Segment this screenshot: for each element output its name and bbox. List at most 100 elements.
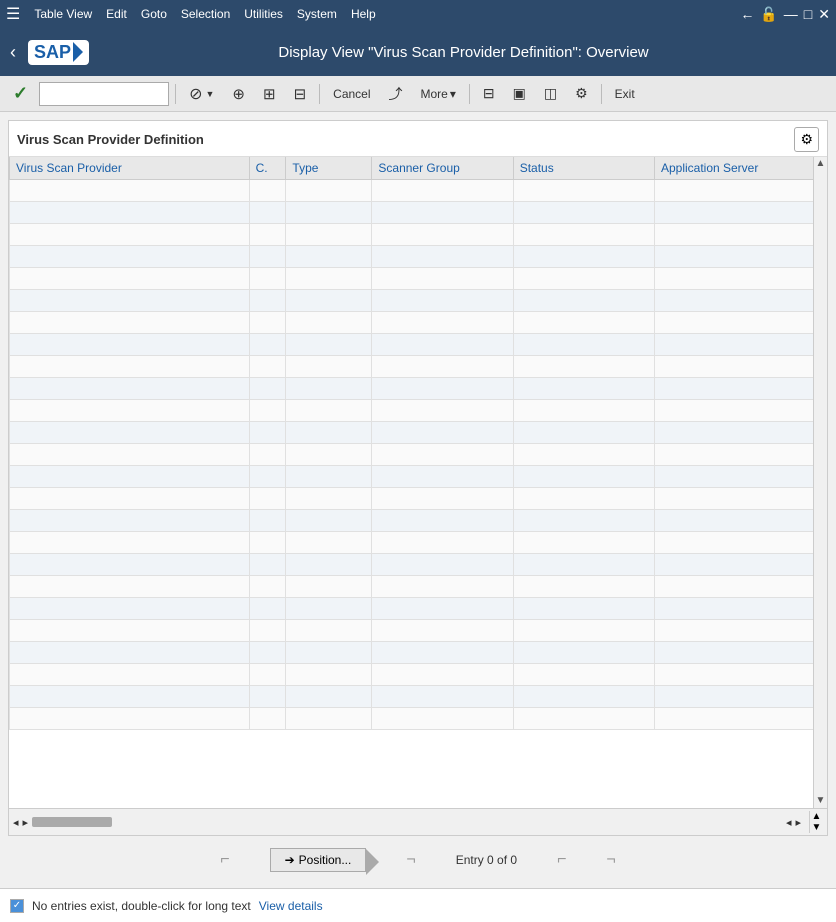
v-scroll-small-down[interactable]: ▼ — [812, 822, 822, 833]
title-bar: ☰ Table View Edit Goto Selection Utiliti… — [0, 0, 836, 28]
table-row — [10, 378, 827, 400]
menu-tableview[interactable]: Table View — [28, 5, 98, 23]
more-button[interactable]: More ▾ — [414, 80, 463, 108]
separator-2 — [319, 84, 320, 104]
settings-toolbar-icon: ⚙ — [575, 85, 588, 102]
table-row — [10, 642, 827, 664]
h-scroll-right-icon[interactable]: ▸ — [795, 816, 801, 829]
upload-icon: ⤴ — [389, 84, 403, 104]
lock-icon[interactable]: 🔓 — [760, 6, 777, 23]
scroll-thumb[interactable] — [32, 817, 112, 827]
table-header-row: Virus Scan Provider C. Type Scanner Grou… — [10, 157, 827, 180]
bracket-right: ¬ — [406, 851, 415, 869]
window2-button[interactable]: ◫ — [537, 80, 564, 108]
table-settings-button[interactable]: ⚙ — [794, 127, 819, 152]
v-scroll-small-up[interactable]: ▲ — [812, 811, 822, 822]
menu-system[interactable]: System — [291, 5, 343, 23]
table-row — [10, 202, 827, 224]
menu-selection[interactable]: Selection — [175, 5, 236, 23]
table-row — [10, 180, 827, 202]
back-button[interactable]: ‹ — [10, 42, 16, 63]
brush-icon: ⊘ — [189, 84, 202, 104]
status-bar: ✓ No entries exist, double-click for lon… — [0, 888, 836, 922]
print-icon: ⊟ — [483, 85, 495, 102]
confirm-button[interactable]: ✓ — [6, 80, 35, 108]
table-row — [10, 334, 827, 356]
nav-back-icon[interactable]: ← — [740, 6, 754, 22]
table-row — [10, 246, 827, 268]
position-button[interactable]: ➔ Position... — [270, 848, 367, 872]
exit-label: Exit — [615, 87, 635, 101]
close-btn[interactable]: ✕ — [818, 6, 830, 23]
view-details-link[interactable]: View details — [259, 899, 323, 913]
content-area: Virus Scan Provider Definition ⚙ — [0, 112, 836, 888]
entry-count: Entry 0 of 0 — [456, 853, 517, 867]
menu-edit[interactable]: Edit — [100, 5, 133, 23]
scroll-right-icon[interactable]: ▸ — [23, 816, 29, 829]
layout-icon: ⊞ — [263, 85, 276, 103]
table-row — [10, 686, 827, 708]
grid-button[interactable]: ⊟ — [287, 80, 314, 108]
table-row — [10, 224, 827, 246]
print-button[interactable]: ⊟ — [476, 80, 502, 108]
table-body — [10, 180, 827, 730]
table-row — [10, 422, 827, 444]
settings-icon: ⚙ — [800, 131, 813, 147]
sap-logo: SAP — [28, 40, 89, 65]
bracket-right2: ⌐ — [557, 851, 566, 869]
sap-logo-text: SAP — [34, 42, 71, 63]
page-title: Display View "Virus Scan Provider Defini… — [101, 44, 826, 61]
vertical-scrollbar[interactable]: ▲ ▼ — [813, 157, 827, 808]
bracket-left: ⌐ — [220, 851, 229, 869]
upload-button[interactable]: ⤴ — [382, 80, 410, 108]
position-arrow-icon: ➔ — [285, 853, 295, 867]
table-row — [10, 356, 827, 378]
col-header-status: Status — [513, 157, 654, 180]
table-section: Virus Scan Provider Definition ⚙ — [8, 120, 828, 836]
menu-goto[interactable]: Goto — [135, 5, 173, 23]
toolbar-input[interactable] — [39, 82, 169, 106]
maximize-btn[interactable]: □ — [804, 6, 812, 22]
grid-icon: ⊟ — [294, 85, 307, 103]
main-table: Virus Scan Provider C. Type Scanner Grou… — [9, 157, 827, 730]
table-row — [10, 444, 827, 466]
table-row — [10, 664, 827, 686]
brush-button[interactable]: ⊘ ▼ — [182, 80, 221, 108]
table-row — [10, 466, 827, 488]
col-header-type: Type — [286, 157, 372, 180]
checkbox-check-icon: ✓ — [13, 900, 21, 911]
h-scroll-left-icon[interactable]: ◂ — [786, 816, 792, 829]
status-checkbox: ✓ — [10, 899, 24, 913]
bottom-controls: ⌐ ➔ Position... ¬ Entry 0 of 0 ⌐ ¬ — [8, 836, 828, 880]
scroll-up-icon[interactable]: ▲ — [816, 157, 826, 171]
table-row — [10, 620, 827, 642]
menu-utilities[interactable]: Utilities — [238, 5, 289, 23]
sap-logo-triangle — [73, 42, 83, 62]
chevron-down-icon: ▾ — [450, 87, 456, 101]
table-row — [10, 576, 827, 598]
status-message: No entries exist, double-click for long … — [32, 899, 251, 913]
zoom-icon: ⊕ — [232, 85, 245, 103]
menu-icon[interactable]: ☰ — [6, 4, 20, 24]
window1-icon: ▣ — [513, 85, 526, 102]
position-label: Position... — [299, 853, 352, 867]
settings-toolbar-button[interactable]: ⚙ — [568, 80, 595, 108]
col-header-c: C. — [249, 157, 286, 180]
table-row — [10, 400, 827, 422]
bracket-left2: ¬ — [606, 851, 615, 869]
menu-help[interactable]: Help — [345, 5, 382, 23]
table-row — [10, 488, 827, 510]
scroll-down-icon[interactable]: ▼ — [816, 794, 826, 808]
table-row — [10, 290, 827, 312]
layout-button[interactable]: ⊞ — [256, 80, 283, 108]
window2-icon: ◫ — [544, 85, 557, 102]
table-row — [10, 268, 827, 290]
minimize-btn[interactable]: — — [784, 6, 798, 22]
window1-button[interactable]: ▣ — [506, 80, 533, 108]
zoom-button[interactable]: ⊕ — [225, 80, 252, 108]
table-row — [10, 598, 827, 620]
cancel-button[interactable]: Cancel — [326, 80, 377, 108]
more-label: More — [421, 87, 448, 101]
scroll-left-icon[interactable]: ◂ — [13, 816, 19, 829]
exit-button[interactable]: Exit — [608, 80, 642, 108]
